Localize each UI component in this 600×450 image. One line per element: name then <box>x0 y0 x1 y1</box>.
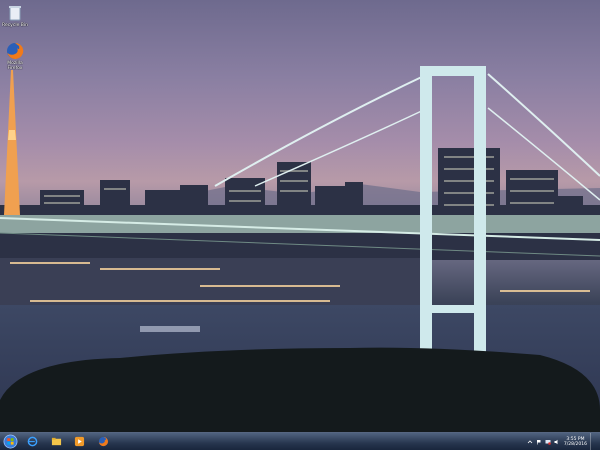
clock-date: 7/28/2016 <box>563 441 587 447</box>
taskbar-internet-explorer[interactable] <box>24 434 40 449</box>
firefox-icon <box>6 42 24 60</box>
taskbar-windows-explorer[interactable] <box>48 434 64 449</box>
system-tray: 3:55 PM 7/28/2016 <box>524 433 596 450</box>
media-player-icon <box>74 436 84 447</box>
desktop-icon-label: Mozilla Firefox <box>7 61 23 71</box>
internet-explorer-icon <box>27 436 37 447</box>
desktop-icon-firefox[interactable]: Mozilla Firefox <box>2 42 28 71</box>
recycle-bin-icon <box>6 4 24 22</box>
taskbar-firefox[interactable] <box>95 434 111 449</box>
network-error-icon[interactable] <box>545 439 551 445</box>
show-hidden-icons-chevron-icon[interactable] <box>527 439 533 445</box>
desktop-icon-label: Recycle Bin <box>2 23 28 28</box>
desktop-icon-recycle-bin[interactable]: Recycle Bin <box>2 4 28 28</box>
clock[interactable]: 3:55 PM 7/28/2016 <box>564 437 587 447</box>
firefox-icon <box>98 436 108 447</box>
show-desktop-button[interactable] <box>590 433 596 450</box>
volume-icon[interactable] <box>554 439 560 445</box>
folder-icon <box>51 437 61 446</box>
desktop[interactable]: Recycle Bin Mozilla Firefox <box>0 0 600 432</box>
action-center-flag-icon[interactable] <box>536 439 542 445</box>
windows-start-icon <box>3 434 17 449</box>
start-button[interactable] <box>2 434 18 449</box>
wallpaper-tokyo-rainbow-bridge <box>0 66 600 432</box>
clock-time: 3:55 PM <box>566 436 585 442</box>
taskbar-media-player[interactable] <box>71 434 87 449</box>
taskbar: 3:55 PM 7/28/2016 <box>0 432 600 450</box>
